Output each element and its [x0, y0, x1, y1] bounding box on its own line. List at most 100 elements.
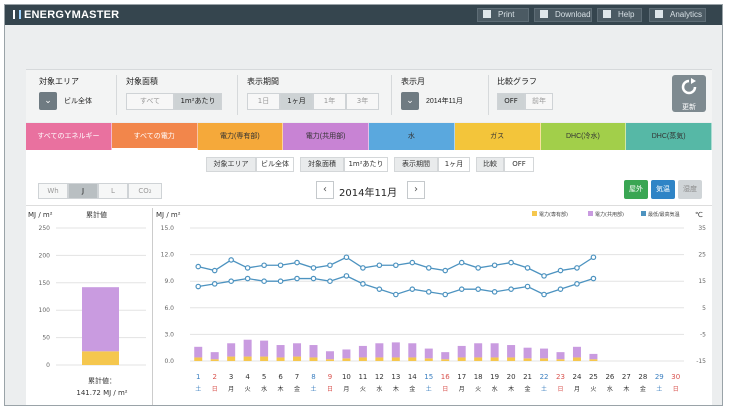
x-day-label: 木 — [508, 385, 514, 393]
summary-period-key: 表示期間 — [394, 157, 438, 172]
bar-power-private — [342, 358, 351, 361]
x-day-label: 月 — [574, 386, 580, 393]
bar-power-private — [210, 359, 219, 361]
bar-power-common — [293, 343, 302, 357]
tab-power-common[interactable]: 電力(共用部) — [283, 123, 369, 150]
x-tick-label: 27 — [622, 373, 631, 381]
x-day-label: 火 — [475, 386, 481, 393]
x-tick-label: 28 — [638, 373, 647, 381]
cumulative-title: 累計値 — [86, 210, 107, 219]
x-day-label: 土 — [426, 385, 432, 393]
bar-power-common — [589, 353, 598, 360]
max-temp-point — [541, 273, 547, 279]
period-option-1year[interactable]: 1年 — [313, 93, 346, 110]
min-temp-point — [409, 286, 416, 292]
summary-area-key: 対象エリア — [206, 157, 256, 172]
bar-power-private — [243, 356, 252, 361]
download-button[interactable]: Download — [534, 8, 592, 22]
x-day-label: 日 — [557, 386, 563, 393]
print-button[interactable]: Print — [477, 8, 529, 22]
x-tick-label: 19 — [490, 373, 499, 381]
y-tick-label: 15.0 — [161, 225, 175, 232]
unit-co2-toggle[interactable]: CO₂ — [128, 183, 162, 199]
current-month: 2014年11月 — [339, 188, 398, 199]
tab-all-energy[interactable]: すべてのエネルギー — [26, 123, 112, 150]
tab-gas[interactable]: ガス — [454, 123, 541, 150]
bar-power-common — [523, 347, 532, 359]
chevron-down-icon: ⌄ — [406, 96, 414, 106]
max-temp-point — [261, 262, 267, 269]
min-temp-point — [590, 275, 597, 282]
unit-j-toggle[interactable]: J — [68, 183, 98, 199]
app-title: ENERGYMASTER — [24, 9, 120, 21]
bar-power-common — [490, 343, 499, 358]
bar-power-private — [276, 357, 285, 361]
floor-option-per-m2[interactable]: 1m²あたり — [174, 93, 222, 110]
floor-option-all[interactable]: すべて — [126, 93, 174, 110]
legend-label: 電力(共用部) — [595, 211, 624, 218]
next-month-button[interactable]: › — [407, 181, 425, 199]
max-temp-point — [425, 265, 432, 271]
x-day-label: 月 — [343, 386, 349, 393]
x-tick-label: 5 — [262, 373, 266, 381]
min-temp-point — [475, 286, 481, 292]
x-day-label: 木 — [278, 385, 284, 393]
compare-option-off[interactable]: OFF — [497, 93, 525, 110]
min-temp-point — [508, 286, 514, 292]
x-tick-label: 3 — [229, 373, 233, 381]
y-axis-label: MJ / m² — [156, 211, 181, 219]
x-day-label: 金 — [525, 385, 531, 393]
x-day-label: 土 — [656, 385, 662, 393]
min-temp-point — [574, 281, 580, 287]
y-tick-label: 6.0 — [164, 305, 174, 312]
bar-power-private — [358, 357, 367, 361]
app-logo: ENERGYMASTER — [13, 9, 119, 21]
temperature-button[interactable]: 気温 — [651, 180, 675, 199]
x-tick-label: 13 — [391, 373, 400, 381]
compare-option-prev-year[interactable]: 前年 — [525, 93, 553, 110]
max-temp-point — [574, 265, 580, 271]
refresh-button[interactable]: 更新 — [672, 75, 706, 112]
x-day-label: 木 — [623, 385, 629, 393]
x-tick-label: 15 — [424, 373, 433, 381]
x-tick-label: 12 — [375, 373, 384, 381]
period-option-1month[interactable]: 1ヶ月 — [280, 93, 313, 110]
unit-wh-toggle[interactable]: Wh — [38, 183, 68, 199]
max-temp-point — [557, 267, 564, 274]
unit-l-toggle[interactable]: L — [98, 183, 128, 199]
period-option-3year[interactable]: 3年 — [346, 93, 379, 110]
energy-tabs: すべてのエネルギー すべての電力 電力(専有部) 電力(共用部) 水 ガス DH… — [26, 123, 712, 150]
tab-dhc-cold[interactable]: DHC(冷水) — [540, 123, 627, 150]
x-day-label: 日 — [327, 386, 333, 393]
tab-dhc-steam[interactable]: DHC(蒸気) — [626, 123, 712, 150]
bar-power-common — [276, 345, 285, 358]
min-temp-point — [310, 275, 317, 282]
bar-power-common — [474, 343, 483, 358]
bar-power-private — [556, 359, 565, 361]
outdoor-button[interactable]: 屋外 — [624, 180, 648, 199]
humidity-button[interactable]: 湿度 — [678, 180, 702, 199]
bar-power-common — [507, 345, 516, 358]
prev-month-button[interactable]: ‹ — [316, 181, 334, 199]
period-option-1day[interactable]: 1日 — [247, 93, 280, 110]
analytics-button[interactable]: Analytics — [649, 8, 706, 22]
tab-water[interactable]: 水 — [369, 123, 455, 150]
bar-power-private — [375, 357, 384, 361]
cumulative-chart-svg: MJ / m² 累計値 250 200 150 100 50 0 累計値： 141.72 MJ /… — [28, 210, 146, 397]
tab-power-private[interactable]: 電力(専有部) — [197, 123, 284, 150]
max-temp-point — [524, 265, 531, 271]
max-temp-point — [310, 265, 317, 271]
x-tick-label: 29 — [655, 373, 664, 381]
tab-all-power[interactable]: すべての電力 — [111, 123, 198, 150]
chevron-left-icon: ‹ — [323, 184, 327, 195]
cumulative-tick-label: 150 — [39, 280, 51, 287]
cumulative-unit-label: MJ / m² — [28, 211, 53, 219]
month-dropdown-button[interactable]: ⌄ — [401, 92, 419, 110]
max-temp-point — [327, 262, 333, 269]
min-temp-point — [261, 278, 267, 285]
help-button[interactable]: Help — [597, 8, 642, 22]
chevron-down-icon: ⌄ — [44, 96, 52, 106]
area-dropdown-button[interactable]: ⌄ — [39, 92, 57, 110]
max-temp-point — [508, 259, 514, 266]
x-tick-label: 1 — [196, 373, 200, 381]
